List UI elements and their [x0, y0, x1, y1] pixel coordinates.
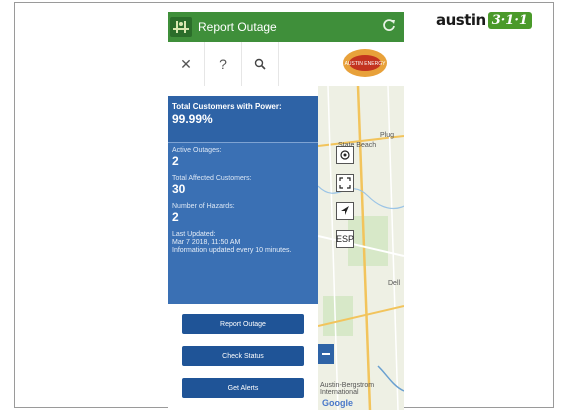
- help-button[interactable]: ?: [205, 42, 242, 86]
- esp-button[interactable]: ESP: [336, 230, 354, 248]
- close-button[interactable]: ✕: [168, 42, 205, 86]
- minus-icon: [322, 353, 330, 355]
- locate-button[interactable]: [336, 146, 354, 164]
- active-outages-value: 2: [172, 154, 179, 168]
- target-icon: [340, 150, 350, 160]
- close-icon: ✕: [180, 55, 192, 72]
- austin-energy-logo-text: AUSTIN ENERGY: [345, 61, 387, 67]
- map-label-airport: Austin-Bergstrom International: [320, 382, 375, 396]
- app-bar: Report Outage: [168, 12, 404, 42]
- report-outage-button[interactable]: Report Outage: [182, 314, 304, 334]
- map-label-dell: Dell: [388, 280, 401, 287]
- app-title: Report Outage: [198, 20, 277, 34]
- google-logo: Google: [322, 398, 353, 408]
- power-summary: Total Customers with Power: 99.99%: [168, 96, 318, 142]
- power-value: 99.99%: [172, 112, 213, 126]
- last-updated-value: Mar 7 2018, 11:50 AM: [172, 239, 241, 246]
- expand-icon: [339, 177, 351, 189]
- lineman-icon: [170, 17, 192, 37]
- hazards-value: 2: [172, 210, 179, 224]
- austin-311-brand: austin 3·1·1: [436, 10, 532, 30]
- get-alerts-button[interactable]: Get Alerts: [182, 378, 304, 398]
- phone-screen: Report Outage ✕ ? AUSTIN ENERGY Plug Sta…: [168, 12, 404, 410]
- help-icon: ?: [219, 56, 227, 72]
- collapse-panel-button[interactable]: [318, 344, 334, 364]
- austin-energy-logo: AUSTIN ENERGY: [343, 49, 387, 77]
- power-label: Total Customers with Power:: [172, 102, 282, 111]
- navigate-button[interactable]: [336, 202, 354, 220]
- affected-customers-label: Total Affected Customers:: [172, 175, 252, 182]
- brand-badge: 3·1·1: [487, 11, 532, 29]
- active-outages-label: Active Outages:: [172, 147, 222, 154]
- search-icon: [254, 58, 266, 70]
- navigation-arrow-icon: [341, 206, 349, 215]
- check-status-button[interactable]: Check Status: [182, 346, 304, 366]
- esp-label: ESP: [336, 234, 355, 244]
- last-updated-label: Last Updated:: [172, 231, 216, 238]
- brand-word: austin: [436, 11, 486, 29]
- map-label-plug: Plug: [380, 132, 395, 139]
- actions-panel: Report Outage Check Status Get Alerts: [168, 304, 318, 410]
- toolbar: ✕ ? AUSTIN ENERGY: [168, 42, 404, 86]
- fullscreen-button[interactable]: [336, 174, 354, 192]
- outage-stats-panel: Active Outages: 2 Total Affected Custome…: [168, 142, 318, 304]
- update-frequency-note: Information updated every 10 minutes.: [172, 247, 292, 254]
- hazards-label: Number of Hazards:: [172, 203, 235, 210]
- refresh-icon[interactable]: [374, 18, 404, 37]
- search-button[interactable]: [242, 42, 279, 86]
- affected-customers-value: 30: [172, 182, 186, 196]
